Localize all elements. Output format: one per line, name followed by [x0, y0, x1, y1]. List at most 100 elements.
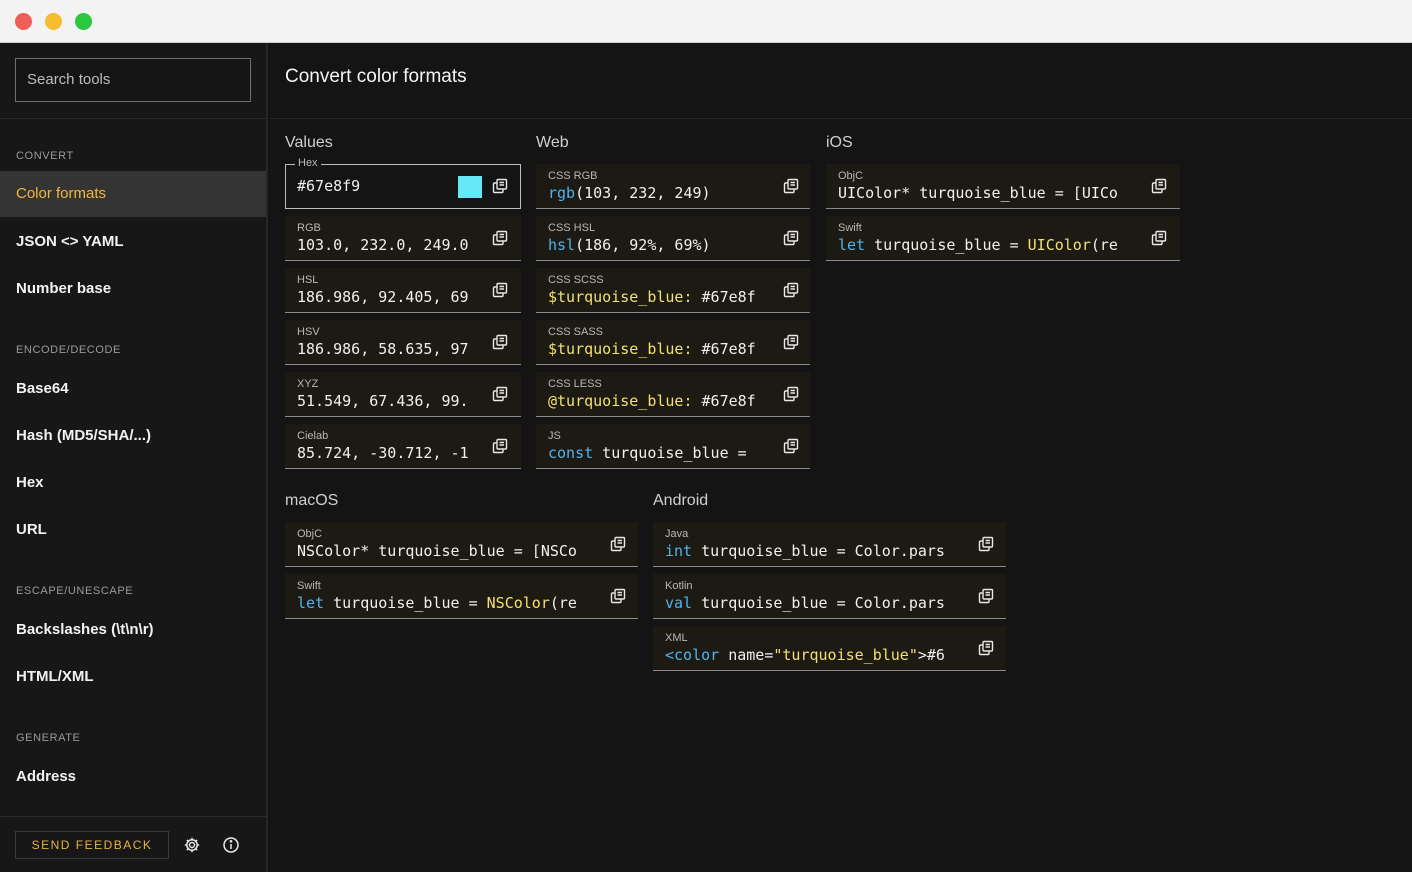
- card-label: Java: [665, 528, 689, 540]
- copy-icon[interactable]: [492, 334, 508, 350]
- copy-icon[interactable]: [783, 282, 799, 298]
- copy-icon[interactable]: [783, 438, 799, 454]
- close-window-button[interactable]: [15, 13, 32, 30]
- sidebar-item-backslashes[interactable]: Backslashes (\t\n\r): [0, 607, 266, 653]
- ios-swift-card: Swift let turquoise_blue = UIColor(re: [826, 216, 1180, 261]
- card-value: 103.0, 232.0, 249.0: [297, 236, 469, 254]
- sidebar-item-url[interactable]: URL: [0, 507, 266, 553]
- hsv-card: HSV 186.986, 58.635, 97: [285, 320, 521, 365]
- group-macos-title: macOS: [285, 492, 339, 509]
- hex-value[interactable]: #67e8f9: [297, 177, 360, 195]
- card-label: XYZ: [297, 378, 319, 390]
- sidebar-item-json-yaml[interactable]: JSON <> YAML: [0, 219, 266, 265]
- macos-swift-card: Swift let turquoise_blue = NSColor(re: [285, 574, 638, 619]
- card-label: CSS HSL: [548, 222, 596, 234]
- page-title: Convert color formats: [285, 66, 467, 87]
- js-card: JS const turquoise_blue =: [536, 424, 810, 469]
- css-sass-card: CSS SASS $turquoise_blue: #67e8f: [536, 320, 810, 365]
- window-titlebar: [0, 0, 1412, 43]
- card-label: HSL: [297, 274, 319, 286]
- main-divider: [270, 118, 1412, 119]
- card-label: CSS RGB: [548, 170, 598, 182]
- card-label: Kotlin: [665, 580, 693, 592]
- copy-icon[interactable]: [783, 334, 799, 350]
- send-feedback-button[interactable]: SEND FEEDBACK: [15, 831, 169, 859]
- group-values-title: Values: [285, 134, 333, 151]
- hsl-card: HSL 186.986, 92.405, 69: [285, 268, 521, 313]
- copy-icon[interactable]: [978, 536, 994, 552]
- copy-icon[interactable]: [610, 588, 626, 604]
- card-value: 51.549, 67.436, 99.: [297, 392, 469, 410]
- card-label: RGB: [297, 222, 321, 234]
- copy-icon[interactable]: [783, 386, 799, 402]
- card-value: 85.724, -30.712, -1: [297, 444, 469, 462]
- card-value: int turquoise_blue = Color.pars: [665, 542, 945, 560]
- sidebar-divider: [0, 816, 266, 817]
- card-label: ObjC: [838, 170, 864, 182]
- copy-icon[interactable]: [492, 386, 508, 402]
- group-ios-title: iOS: [826, 134, 853, 151]
- hex-input[interactable]: Hex #67e8f9: [285, 157, 521, 209]
- card-label: CSS LESS: [548, 378, 602, 390]
- copy-icon[interactable]: [492, 230, 508, 246]
- copy-icon[interactable]: [492, 178, 508, 194]
- minimize-window-button[interactable]: [45, 13, 62, 30]
- sidebar-item-address[interactable]: Address: [0, 754, 266, 800]
- hex-label: Hex: [295, 157, 321, 169]
- css-hsl-card: CSS HSL hsl(186, 92%, 69%): [536, 216, 810, 261]
- section-convert: CONVERT: [16, 150, 74, 162]
- search-input[interactable]: Search tools: [15, 58, 251, 102]
- copy-icon[interactable]: [978, 640, 994, 656]
- section-encode-decode: ENCODE/DECODE: [16, 344, 121, 356]
- card-label: HSV: [297, 326, 320, 338]
- card-value: rgb(103, 232, 249): [548, 184, 711, 202]
- card-value: const turquoise_blue =: [548, 444, 747, 462]
- sidebar-item-html-xml[interactable]: HTML/XML: [0, 654, 266, 700]
- group-android-title: Android: [653, 492, 709, 509]
- card-value: hsl(186, 92%, 69%): [548, 236, 711, 254]
- section-generate: GENERATE: [16, 732, 81, 744]
- copy-icon[interactable]: [783, 230, 799, 246]
- sidebar-item-hex[interactable]: Hex: [0, 460, 266, 506]
- copy-icon[interactable]: [978, 588, 994, 604]
- card-value: $turquoise_blue: #67e8f: [548, 340, 756, 358]
- copy-icon[interactable]: [783, 178, 799, 194]
- card-value: @turquoise_blue: #67e8f: [548, 392, 756, 410]
- sidebar-item-color-formats[interactable]: Color formats: [0, 171, 266, 217]
- color-swatch[interactable]: [458, 176, 482, 198]
- copy-icon[interactable]: [492, 438, 508, 454]
- rgb-card: RGB 103.0, 232.0, 249.0: [285, 216, 521, 261]
- card-label: Cielab: [297, 430, 329, 442]
- card-value: $turquoise_blue: #67e8f: [548, 288, 756, 306]
- card-label: ObjC: [297, 528, 323, 540]
- maximize-window-button[interactable]: [75, 13, 92, 30]
- card-value: 186.986, 58.635, 97: [297, 340, 469, 358]
- android-xml-card: XML <color name="turquoise_blue">#6: [653, 626, 1006, 671]
- css-less-card: CSS LESS @turquoise_blue: #67e8f: [536, 372, 810, 417]
- copy-icon[interactable]: [610, 536, 626, 552]
- macos-objc-card: ObjC NSColor* turquoise_blue = [NSCo: [285, 522, 638, 567]
- card-label: Swift: [838, 222, 862, 234]
- sidebar-divider: [0, 118, 266, 119]
- card-value: let turquoise_blue = NSColor(re: [297, 594, 577, 612]
- android-kotlin-card: Kotlin val turquoise_blue = Color.pars: [653, 574, 1006, 619]
- copy-icon[interactable]: [1151, 230, 1167, 246]
- android-java-card: Java int turquoise_blue = Color.pars: [653, 522, 1006, 567]
- card-value: 186.986, 92.405, 69: [297, 288, 469, 306]
- card-label: CSS SASS: [548, 326, 604, 338]
- xyz-card: XYZ 51.549, 67.436, 99.: [285, 372, 521, 417]
- sidebar-item-number-base[interactable]: Number base: [0, 266, 266, 312]
- gear-icon[interactable]: [183, 836, 201, 854]
- card-label: CSS SCSS: [548, 274, 604, 286]
- sidebar-item-base64[interactable]: Base64: [0, 366, 266, 412]
- cielab-card: Cielab 85.724, -30.712, -1: [285, 424, 521, 469]
- info-icon[interactable]: [222, 836, 240, 854]
- card-label: JS: [548, 430, 561, 442]
- card-value: <color name="turquoise_blue">#6: [665, 646, 945, 664]
- copy-icon[interactable]: [492, 282, 508, 298]
- card-value: NSColor* turquoise_blue = [NSCo: [297, 542, 577, 560]
- css-rgb-card: CSS RGB rgb(103, 232, 249): [536, 164, 810, 209]
- ios-objc-card: ObjC UIColor* turquoise_blue = [UICo: [826, 164, 1180, 209]
- sidebar-item-hash[interactable]: Hash (MD5/SHA/...): [0, 413, 266, 459]
- copy-icon[interactable]: [1151, 178, 1167, 194]
